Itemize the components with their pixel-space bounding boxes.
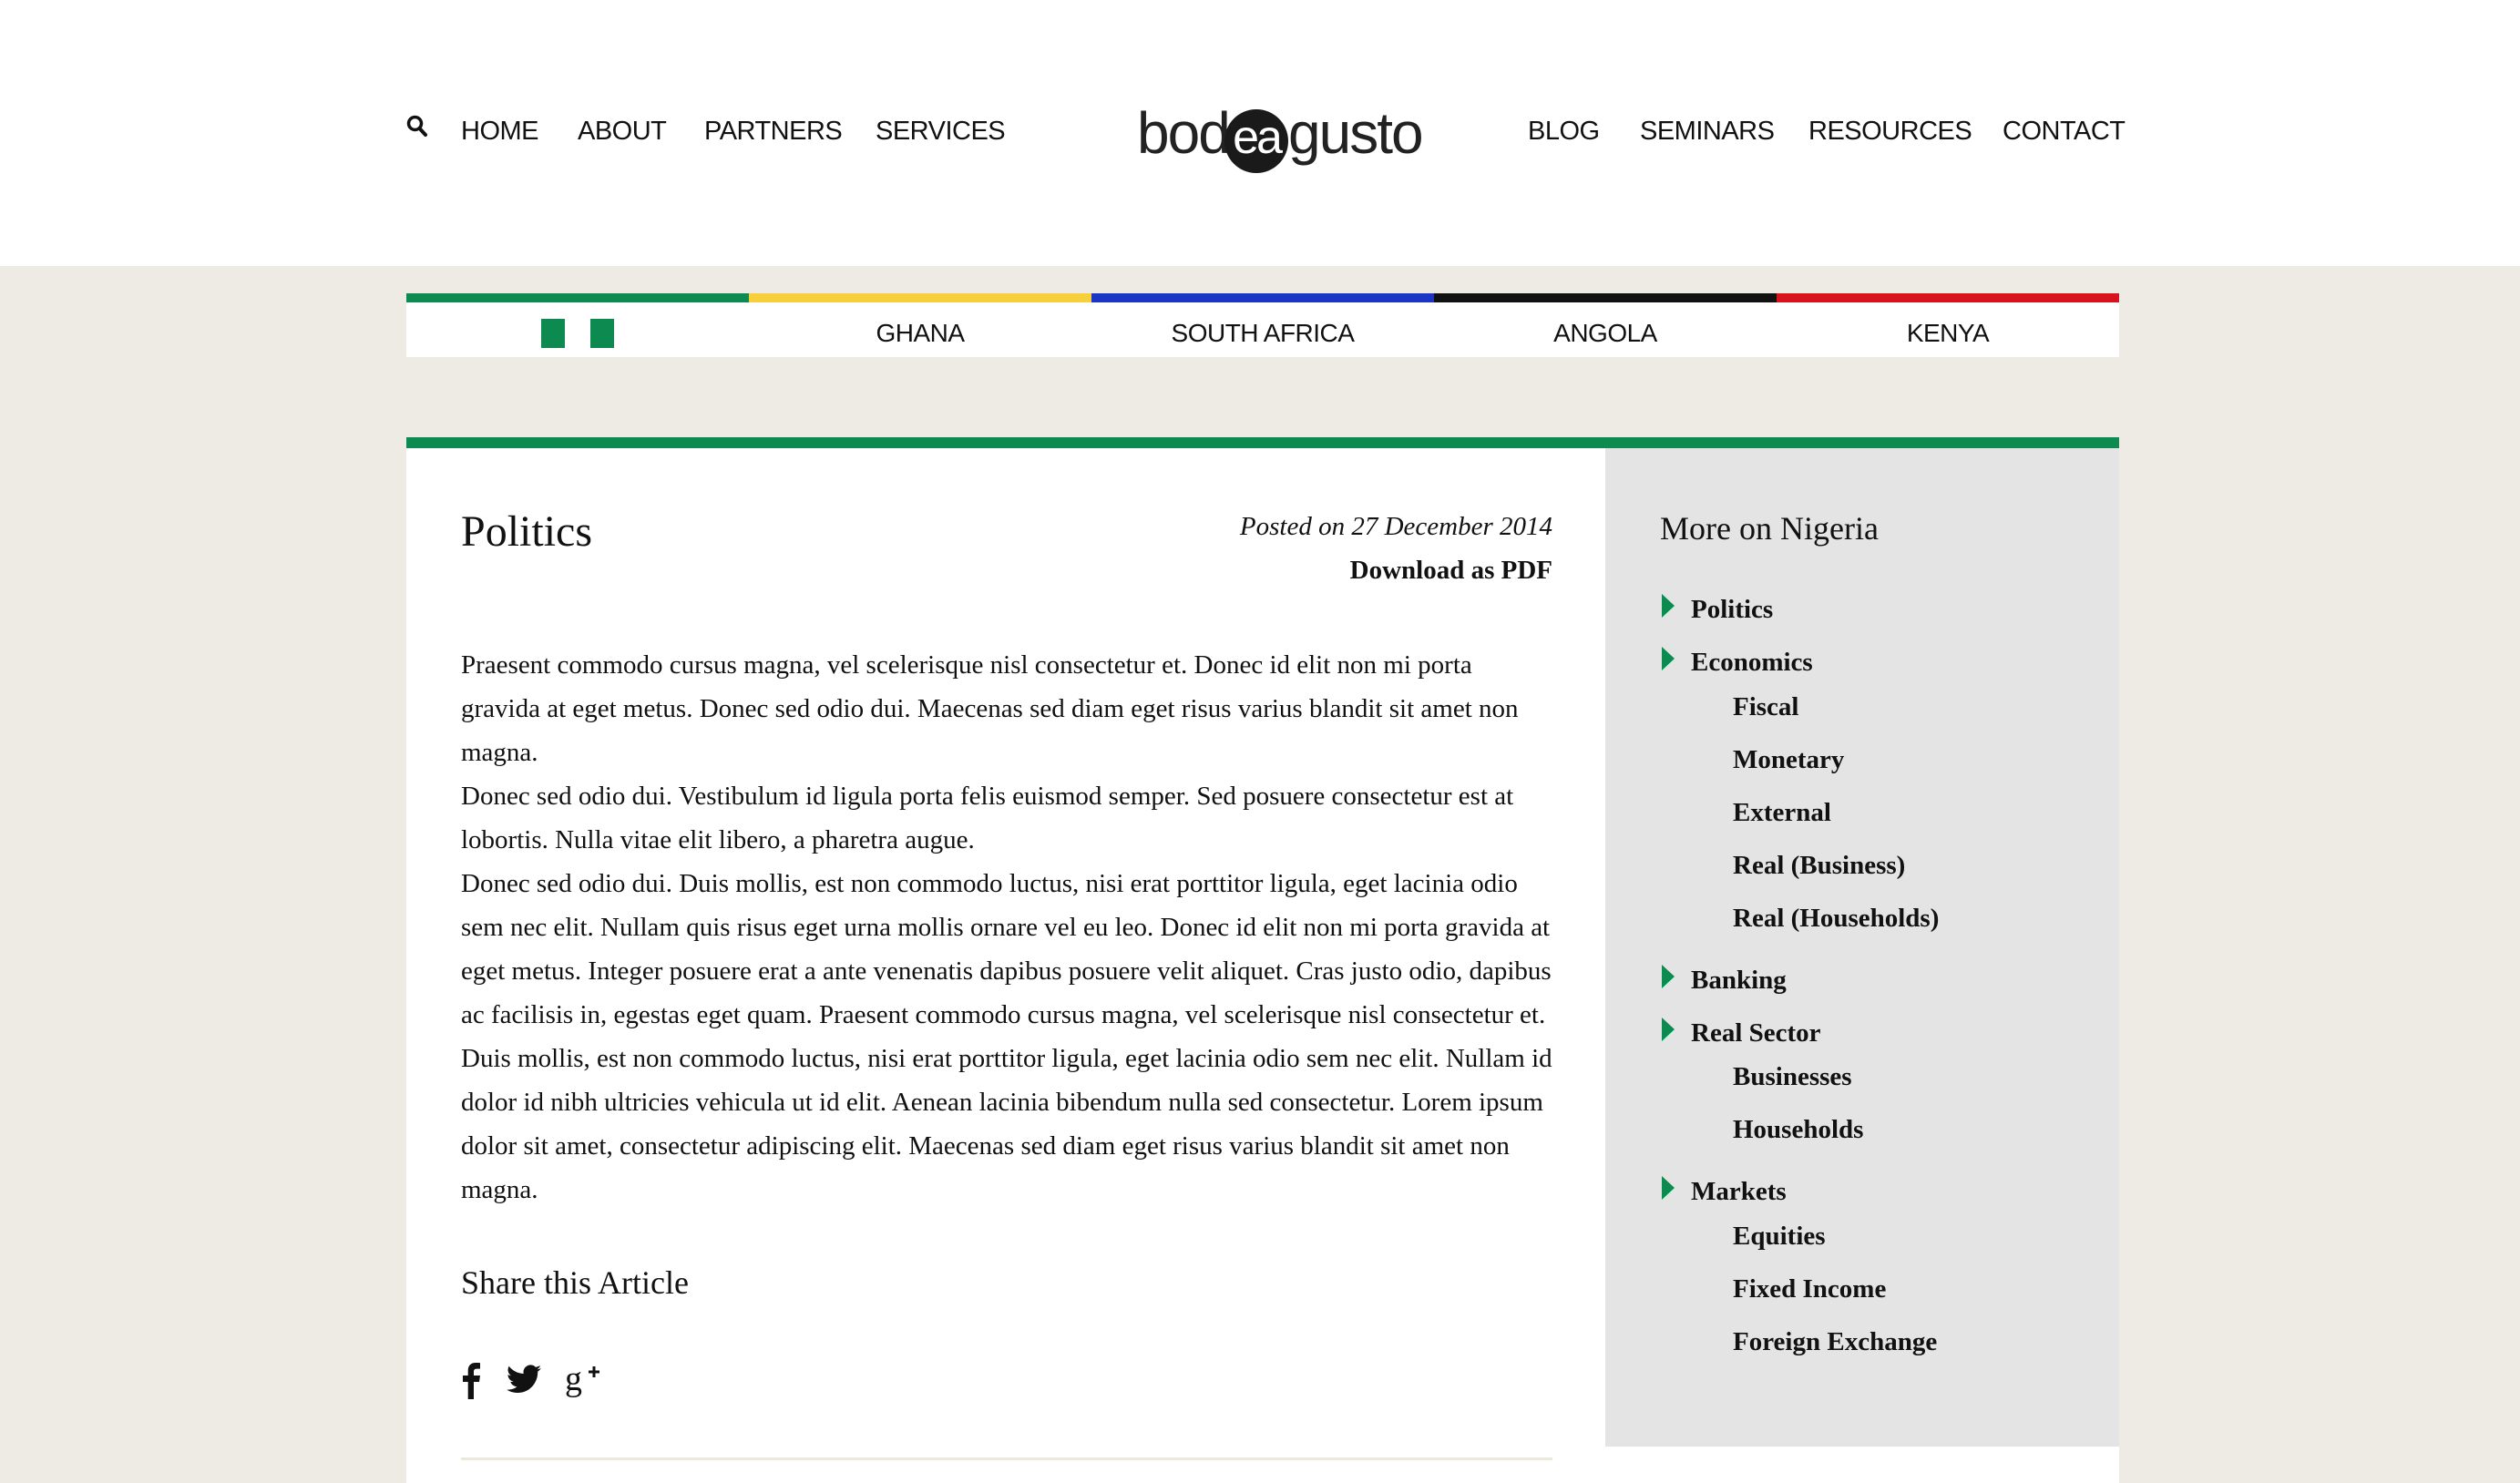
nav-services[interactable]: SERVICES	[876, 117, 1006, 146]
tab-angola[interactable]: ANGOLA	[1434, 293, 1777, 357]
sidebar-subitem-households[interactable]: Households	[1733, 1114, 1863, 1145]
sidebar-subitem-businesses[interactable]: Businesses	[1733, 1061, 1852, 1092]
nav-home[interactable]: HOME	[461, 117, 539, 146]
download-pdf-link[interactable]: Download as PDF	[1093, 556, 1552, 586]
nav-contact[interactable]: CONTACT	[2003, 117, 2126, 146]
share-title: Share this Article	[461, 1264, 689, 1301]
sidebar-subitem-real-business[interactable]: Real (Business)	[1733, 850, 1905, 881]
sidebar-item-real-sector[interactable]: Real Sector	[1691, 1018, 1821, 1048]
svg-text:g: g	[565, 1361, 582, 1398]
nigeria-flag-icon	[541, 319, 565, 348]
article-title: Politics	[461, 507, 593, 556]
tab-kenya[interactable]: KENYA	[1777, 293, 2119, 357]
arrow-right-icon	[1662, 1018, 1675, 1041]
sidebar-item-banking[interactable]: Banking	[1691, 965, 1787, 996]
site-header: HOME ABOUT PARTNERS SERVICES bod ea gust…	[0, 0, 2520, 266]
country-stripe	[749, 293, 1091, 302]
country-label: KENYA	[1906, 319, 1990, 347]
nav-blog[interactable]: BLOG	[1528, 117, 1600, 146]
country-stripe	[1091, 293, 1434, 302]
nav-about[interactable]: ABOUT	[578, 117, 667, 146]
logo-text-gusto: gusto	[1288, 100, 1424, 166]
article-paragraph: Praesent commodo cursus magna, vel scele…	[461, 650, 1519, 767]
article-bottom-divider	[461, 1457, 1552, 1460]
logo-text-bod: bod	[1137, 100, 1231, 166]
posted-date: Posted on 27 December 2014	[1239, 512, 1552, 541]
content-top-border	[406, 437, 2119, 448]
arrow-right-icon	[1662, 965, 1675, 988]
article-paragraph: Donec sed odio dui. Vestibulum id ligula…	[461, 782, 1514, 854]
sidebar-subitem-fiscal[interactable]: Fiscal	[1733, 691, 1799, 722]
arrow-right-icon	[1662, 594, 1675, 618]
country-stripe	[406, 293, 749, 302]
logo[interactable]: bod ea gusto	[1137, 100, 1424, 173]
search-icon[interactable]	[406, 115, 428, 138]
arrow-right-icon	[1662, 1176, 1675, 1200]
article-paragraph: Donec sed odio dui. Duis mollis, est non…	[461, 869, 1552, 1204]
country-stripe	[1777, 293, 2119, 302]
sidebar-subitem-equities[interactable]: Equities	[1733, 1221, 1826, 1252]
sidebar-subitem-real-households[interactable]: Real (Households)	[1733, 903, 1939, 934]
google-plus-icon[interactable]: g	[565, 1361, 603, 1399]
nav-partners[interactable]: PARTNERS	[704, 117, 843, 146]
tab-nigeria[interactable]	[406, 293, 749, 357]
sidebar-subitem-foreign-exchange[interactable]: Foreign Exchange	[1733, 1326, 1937, 1357]
sidebar-subitem-external[interactable]: External	[1733, 797, 1831, 828]
twitter-icon[interactable]	[507, 1365, 541, 1396]
country-stripe	[1434, 293, 1777, 302]
logo-text-ea: ea	[1224, 109, 1288, 173]
arrow-right-icon	[1662, 647, 1675, 670]
nav-seminars[interactable]: SEMINARS	[1640, 117, 1775, 146]
country-tabs: GHANA SOUTH AFRICA ANGOLA KENYA	[406, 293, 2119, 357]
sidebar-footer-space	[1605, 1447, 2119, 1483]
nav-resources[interactable]: RESOURCES	[1808, 117, 1972, 146]
sidebar-item-markets[interactable]: Markets	[1691, 1176, 1787, 1207]
tab-south-africa[interactable]: SOUTH AFRICA	[1091, 293, 1434, 357]
nigeria-flag-icon	[590, 319, 614, 348]
facebook-icon[interactable]	[461, 1361, 481, 1399]
tab-ghana[interactable]: GHANA	[749, 293, 1091, 357]
sidebar-subitem-monetary[interactable]: Monetary	[1733, 744, 1844, 775]
sidebar-subitem-fixed-income[interactable]: Fixed Income	[1733, 1273, 1886, 1304]
country-label: GHANA	[876, 319, 965, 347]
country-label: ANGOLA	[1553, 319, 1657, 347]
sidebar-title: More on Nigeria	[1660, 510, 1879, 547]
sidebar-item-politics[interactable]: Politics	[1691, 594, 1773, 625]
sidebar-item-economics[interactable]: Economics	[1691, 647, 1813, 678]
country-label: SOUTH AFRICA	[1171, 319, 1355, 347]
article-body: Praesent commodo cursus magna, vel scele…	[461, 643, 1554, 1212]
